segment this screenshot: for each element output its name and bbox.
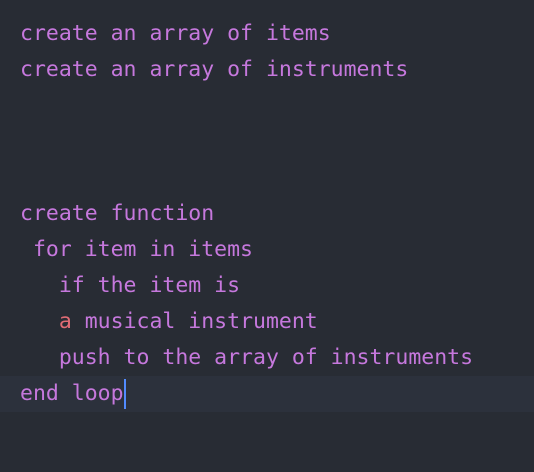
code-editor[interactable]: create an array of items create an array… xyxy=(0,0,534,472)
code-text: for item in items xyxy=(20,237,253,262)
code-line-9[interactable]: a musical instrument xyxy=(0,304,534,340)
code-line-6[interactable]: create function xyxy=(0,196,534,232)
code-text: create function xyxy=(20,201,215,226)
code-line-4[interactable] xyxy=(0,124,534,160)
code-text: musical instrument xyxy=(71,309,318,334)
code-line-10[interactable]: push to the array of instruments xyxy=(0,340,534,376)
code-line-8[interactable]: if the item is xyxy=(0,268,534,304)
code-text: if the item is xyxy=(20,273,241,298)
code-text: push to the array of instruments xyxy=(20,345,474,370)
code-line-5[interactable] xyxy=(0,160,534,196)
variable-token: a xyxy=(58,309,72,334)
code-line-2[interactable]: create an array of instruments xyxy=(0,52,534,88)
code-line-1[interactable]: create an array of items xyxy=(0,16,534,52)
code-text: end loop xyxy=(20,381,124,406)
code-text: create an array of items xyxy=(20,21,331,46)
code-line-11-current[interactable]: end loop xyxy=(0,376,534,412)
code-line-7[interactable]: for item in items xyxy=(0,232,534,268)
code-text: create an array of instruments xyxy=(20,57,409,82)
code-line-3[interactable] xyxy=(0,88,534,124)
text-cursor xyxy=(123,379,126,409)
